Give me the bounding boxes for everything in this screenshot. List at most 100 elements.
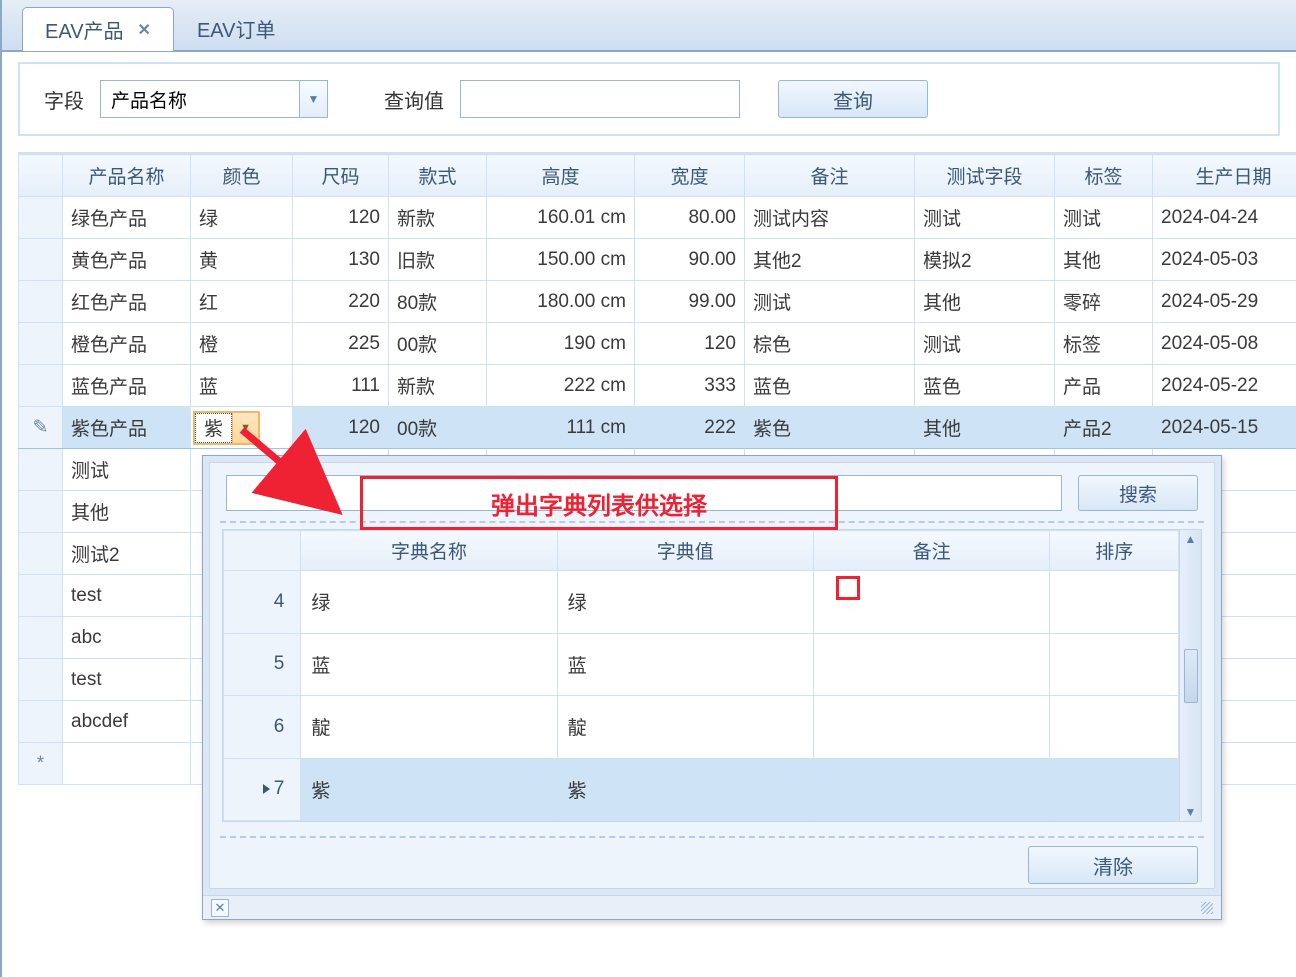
cell-color[interactable]: 红 [191, 281, 293, 323]
cell-size[interactable]: 111 [293, 365, 389, 407]
dict-cell-remark[interactable] [813, 696, 1050, 759]
dict-cell-order[interactable] [1050, 571, 1179, 634]
col-color[interactable]: 颜色 [191, 155, 293, 197]
cell-remark[interactable]: 测试 [745, 281, 915, 323]
table-row[interactable]: 红色产品红22080款180.00 cm99.00测试其他零碎2024-05-2… [19, 281, 1296, 323]
col-style[interactable]: 款式 [389, 155, 487, 197]
dict-cell-remark[interactable] [813, 571, 1050, 634]
col-width[interactable]: 宽度 [635, 155, 745, 197]
dict-col-order[interactable]: 排序 [1050, 531, 1179, 571]
cell-height[interactable]: 150.00 cm [487, 239, 635, 281]
col-tag[interactable]: 标签 [1055, 155, 1153, 197]
cell-tag[interactable]: 标签 [1055, 323, 1153, 365]
cell-width[interactable]: 99.00 [635, 281, 745, 323]
cell-height[interactable]: 190 cm [487, 323, 635, 365]
table-row[interactable]: 黄色产品黄130旧款150.00 cm90.00其他2模拟2其他2024-05-… [19, 239, 1296, 281]
dict-cell-name[interactable]: 绿 [301, 571, 557, 634]
cell-remark[interactable]: 测试内容 [745, 197, 915, 239]
chevron-down-icon[interactable]: ▼ [300, 80, 328, 118]
cell-remark[interactable]: 蓝色 [745, 365, 915, 407]
table-row[interactable]: 绿色产品绿120新款160.01 cm80.00测试内容测试测试2024-04-… [19, 197, 1296, 239]
cell-tag[interactable]: 零碎 [1055, 281, 1153, 323]
close-icon[interactable]: ✕ [138, 20, 151, 40]
dict-cell-order[interactable] [1050, 758, 1179, 821]
cell-size[interactable]: 130 [293, 239, 389, 281]
cell-size[interactable]: 220 [293, 281, 389, 323]
tab-eav-product[interactable]: EAV产品 ✕ [22, 7, 174, 51]
cell-color[interactable]: 蓝 [191, 365, 293, 407]
cell-name[interactable]: abcdef [63, 701, 191, 743]
cell-style[interactable]: 新款 [389, 197, 487, 239]
popup-search-input[interactable] [226, 475, 1062, 511]
cell-date[interactable]: 2024-05-22 [1153, 365, 1296, 407]
cell-name[interactable]: 其他 [63, 491, 191, 533]
chevron-down-icon[interactable]: ▼ [232, 413, 258, 443]
cell-remark[interactable]: 紫色 [745, 407, 915, 449]
close-icon[interactable]: ✕ [211, 899, 229, 917]
cell-empty[interactable] [63, 743, 191, 785]
field-combo-input[interactable] [100, 80, 300, 118]
dict-cell-val[interactable]: 蓝 [557, 633, 813, 696]
cell-size[interactable]: 225 [293, 323, 389, 365]
dict-cell-remark[interactable] [813, 633, 1050, 696]
dict-row[interactable]: 5蓝蓝 [224, 633, 1179, 696]
col-size[interactable]: 尺码 [293, 155, 389, 197]
dict-col-name[interactable]: 字典名称 [301, 531, 557, 571]
cell-name[interactable]: 测试 [63, 449, 191, 491]
cell-test[interactable]: 其他 [915, 281, 1055, 323]
dict-row[interactable]: 7紫紫 [224, 758, 1179, 821]
cell-height[interactable]: 111 cm [487, 407, 635, 449]
tab-eav-order[interactable]: EAV订单 [174, 6, 299, 50]
cell-name[interactable]: 绿色产品 [63, 197, 191, 239]
col-remark[interactable]: 备注 [745, 155, 915, 197]
cell-test[interactable]: 测试 [915, 197, 1055, 239]
dict-cell-name[interactable]: 紫 [301, 758, 557, 821]
cell-name[interactable]: 测试2 [63, 533, 191, 575]
scroll-up-icon[interactable]: ▲ [1185, 532, 1197, 546]
cell-width[interactable]: 120 [635, 323, 745, 365]
cell-test[interactable]: 其他 [915, 407, 1055, 449]
table-row[interactable]: ✎紫色产品紫▼12000款111 cm222紫色其他产品22024-05-15 [19, 407, 1296, 449]
cell-size[interactable]: 120 [293, 197, 389, 239]
col-test[interactable]: 测试字段 [915, 155, 1055, 197]
col-date[interactable]: 生产日期 [1153, 155, 1296, 197]
col-height[interactable]: 高度 [487, 155, 635, 197]
cell-name[interactable]: 紫色产品 [63, 407, 191, 449]
dict-cell-order[interactable] [1050, 633, 1179, 696]
cell-style[interactable]: 新款 [389, 365, 487, 407]
cell-size[interactable]: 120 [293, 407, 389, 449]
cell-date[interactable]: 2024-05-03 [1153, 239, 1296, 281]
dict-cell-name[interactable]: 蓝 [301, 633, 557, 696]
cell-style[interactable]: 00款 [389, 407, 487, 449]
scroll-down-icon[interactable]: ▼ [1185, 805, 1197, 819]
cell-date[interactable]: 2024-04-24 [1153, 197, 1296, 239]
cell-width[interactable]: 333 [635, 365, 745, 407]
table-row[interactable]: 蓝色产品蓝111新款222 cm333蓝色蓝色产品2024-05-22 [19, 365, 1296, 407]
cell-tag[interactable]: 产品 [1055, 365, 1153, 407]
cell-name[interactable]: 蓝色产品 [63, 365, 191, 407]
cell-name[interactable]: abc [63, 617, 191, 659]
cell-tag[interactable]: 产品2 [1055, 407, 1153, 449]
dict-col-value[interactable]: 字典值 [557, 531, 813, 571]
value-input[interactable] [460, 80, 740, 118]
cell-name[interactable]: 橙色产品 [63, 323, 191, 365]
cell-width[interactable]: 80.00 [635, 197, 745, 239]
cell-height[interactable]: 180.00 cm [487, 281, 635, 323]
cell-color[interactable]: 紫▼ [191, 407, 293, 449]
cell-test[interactable]: 蓝色 [915, 365, 1055, 407]
cell-remark[interactable]: 棕色 [745, 323, 915, 365]
cell-tag[interactable]: 测试 [1055, 197, 1153, 239]
cell-width[interactable]: 90.00 [635, 239, 745, 281]
cell-color[interactable]: 绿 [191, 197, 293, 239]
cell-height[interactable]: 222 cm [487, 365, 635, 407]
cell-height[interactable]: 160.01 cm [487, 197, 635, 239]
cell-name[interactable]: 黄色产品 [63, 239, 191, 281]
dict-row[interactable]: 4绿绿 [224, 571, 1179, 634]
dict-col-remark[interactable]: 备注 [813, 531, 1050, 571]
scroll-thumb[interactable] [1184, 649, 1198, 703]
cell-remark[interactable]: 其他2 [745, 239, 915, 281]
color-editor[interactable]: 紫▼ [193, 411, 260, 445]
cell-date[interactable]: 2024-05-08 [1153, 323, 1296, 365]
cell-test[interactable]: 模拟2 [915, 239, 1055, 281]
field-combo[interactable]: ▼ [100, 80, 328, 118]
